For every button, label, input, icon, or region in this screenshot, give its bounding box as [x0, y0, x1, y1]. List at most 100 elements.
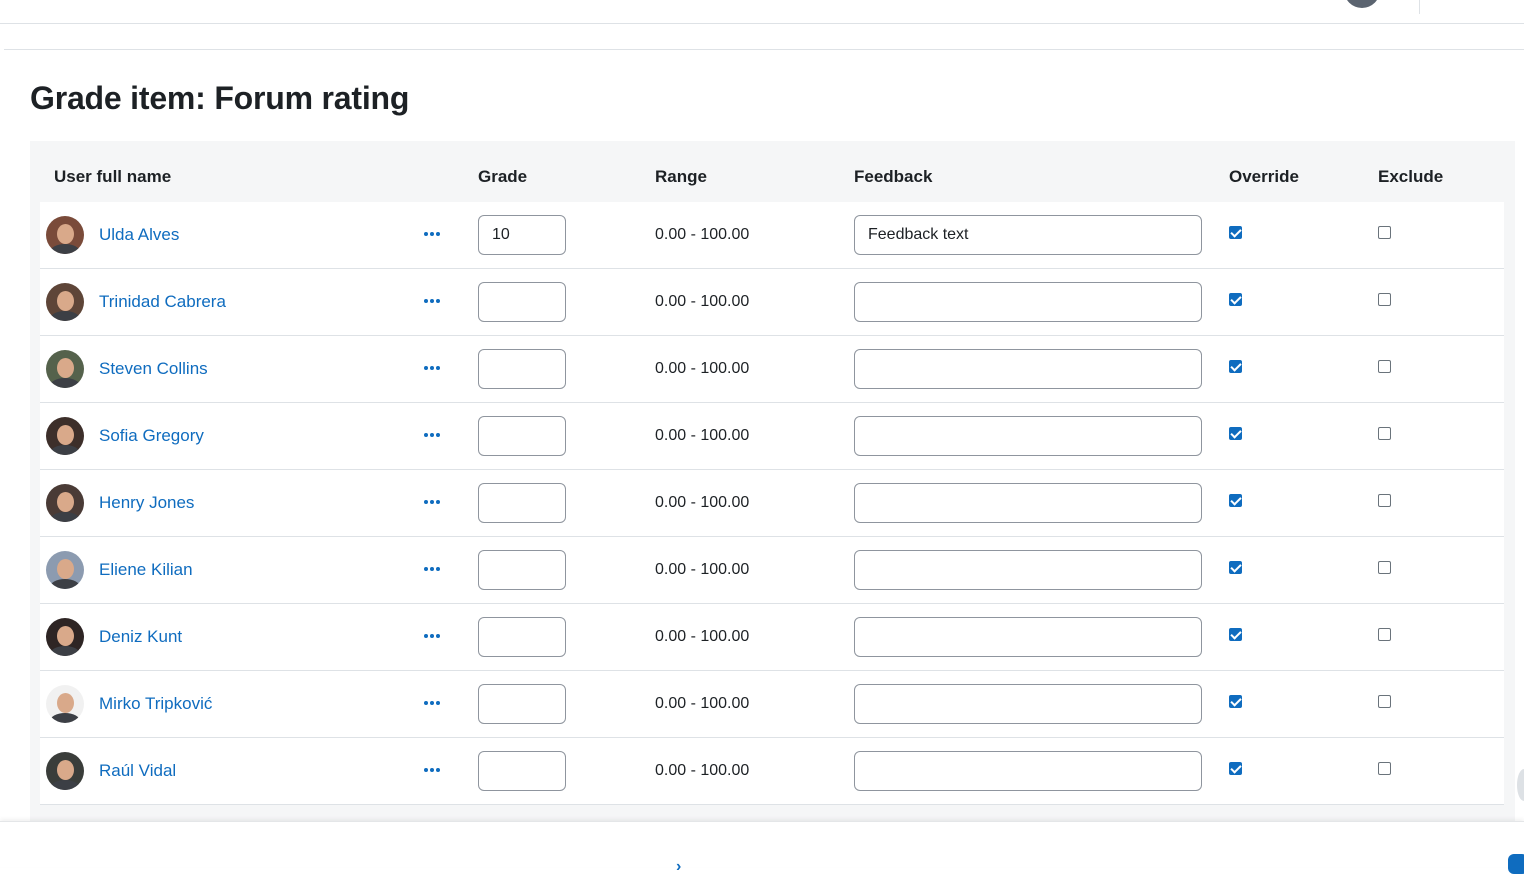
exclude-checkbox[interactable]: [1378, 226, 1391, 239]
exclude-checkbox[interactable]: [1378, 695, 1391, 708]
avatar-face: [57, 358, 74, 378]
table-row: Deniz Kunt 0.00 - 100.00: [40, 604, 1504, 671]
override-checkbox[interactable]: [1229, 762, 1242, 775]
user-avatar[interactable]: [46, 216, 84, 254]
user-avatar[interactable]: [46, 752, 84, 790]
ellipsis-horizontal-icon[interactable]: [420, 423, 444, 447]
user-avatar[interactable]: [46, 484, 84, 522]
user-avatar[interactable]: [46, 685, 84, 723]
ellipsis-horizontal-icon[interactable]: [420, 222, 444, 246]
feedback-input[interactable]: [854, 684, 1202, 724]
user-name-link[interactable]: Sofia Gregory: [99, 426, 204, 446]
avatar-face: [57, 693, 74, 713]
grade-input[interactable]: [478, 684, 566, 724]
feedback-input[interactable]: [854, 550, 1202, 590]
grade-range: 0.00 - 100.00: [655, 494, 750, 511]
table-row: Trinidad Cabrera 0.00 - 100.00: [40, 269, 1504, 336]
top-navbar: [0, 0, 1524, 24]
grade-input[interactable]: [478, 617, 566, 657]
user-name-link[interactable]: Henry Jones: [99, 493, 194, 513]
ellipsis-horizontal-icon[interactable]: [420, 289, 444, 313]
ellipsis-horizontal-icon[interactable]: [420, 356, 444, 380]
grade-range: 0.00 - 100.00: [655, 561, 750, 578]
footer-action-button[interactable]: [1508, 854, 1524, 874]
navbar-divider: [1419, 0, 1420, 14]
exclude-checkbox[interactable]: [1378, 360, 1391, 373]
user-name-link[interactable]: Trinidad Cabrera: [99, 292, 226, 312]
grade-input[interactable]: [478, 550, 566, 590]
user-name-link[interactable]: Eliene Kilian: [99, 560, 193, 580]
feedback-input[interactable]: [854, 617, 1202, 657]
grade-range: 0.00 - 100.00: [655, 427, 750, 444]
avatar-shoulders: [50, 512, 80, 522]
feedback-input[interactable]: [854, 215, 1202, 255]
grade-input[interactable]: [478, 483, 566, 523]
table-header: User full name Grade Range Feedback Over…: [30, 141, 1515, 202]
override-checkbox[interactable]: [1229, 494, 1242, 507]
table-row: Eliene Kilian 0.00 - 100.00: [40, 537, 1504, 604]
override-checkbox[interactable]: [1229, 561, 1242, 574]
avatar-shoulders: [50, 311, 80, 321]
secondary-nav-divider: [4, 49, 1524, 50]
user-avatar[interactable]: [46, 551, 84, 589]
avatar-shoulders: [50, 445, 80, 455]
grade-input[interactable]: [478, 751, 566, 791]
feedback-input[interactable]: [854, 349, 1202, 389]
grade-range: 0.00 - 100.00: [655, 628, 750, 645]
ellipsis-horizontal-icon[interactable]: [420, 490, 444, 514]
grade-range: 0.00 - 100.00: [655, 360, 750, 377]
ellipsis-horizontal-icon[interactable]: [420, 758, 444, 782]
header-grade: Grade: [478, 167, 528, 186]
ellipsis-horizontal-icon[interactable]: [420, 624, 444, 648]
ellipsis-horizontal-icon[interactable]: [420, 691, 444, 715]
header-user-full-name[interactable]: User full name: [54, 167, 171, 187]
override-checkbox[interactable]: [1229, 427, 1242, 440]
grade-input[interactable]: [478, 349, 566, 389]
user-avatar[interactable]: [46, 283, 84, 321]
table-row: Ulda Alves 0.00 - 100.00: [40, 202, 1504, 269]
avatar-face: [57, 492, 74, 512]
exclude-checkbox[interactable]: [1378, 628, 1391, 641]
grade-input[interactable]: [478, 416, 566, 456]
exclude-checkbox[interactable]: [1378, 561, 1391, 574]
grade-range: 0.00 - 100.00: [655, 293, 750, 310]
user-avatar[interactable]: [46, 350, 84, 388]
exclude-checkbox[interactable]: [1378, 293, 1391, 306]
override-checkbox[interactable]: [1229, 628, 1242, 641]
user-name-link[interactable]: Steven Collins: [99, 359, 208, 379]
override-checkbox[interactable]: [1229, 226, 1242, 239]
header-override: Override: [1229, 167, 1299, 186]
exclude-checkbox[interactable]: [1378, 427, 1391, 440]
chevron-right-icon: ›: [676, 858, 682, 875]
override-checkbox[interactable]: [1229, 695, 1242, 708]
page-title: Grade item: Forum rating: [30, 80, 410, 116]
avatar-face: [57, 626, 74, 646]
user-name-link[interactable]: Raúl Vidal: [99, 761, 176, 781]
header-range: Range: [655, 167, 707, 186]
user-name-link[interactable]: Deniz Kunt: [99, 627, 182, 647]
feedback-input[interactable]: [854, 483, 1202, 523]
ellipsis-horizontal-icon[interactable]: [420, 557, 444, 581]
more-grade-items-link[interactable]: ›: [668, 858, 681, 876]
user-avatar-menu[interactable]: [1344, 0, 1380, 8]
exclude-checkbox[interactable]: [1378, 494, 1391, 507]
user-avatar[interactable]: [46, 417, 84, 455]
grade-input[interactable]: [478, 282, 566, 322]
table-body: Ulda Alves 0.00 - 100.00 Trinidad Cabrer…: [40, 202, 1504, 805]
feedback-input[interactable]: [854, 416, 1202, 456]
feedback-input[interactable]: [854, 751, 1202, 791]
scroll-to-top-button[interactable]: [1517, 769, 1524, 801]
grades-table: User full name Grade Range Feedback Over…: [30, 141, 1515, 821]
table-row: Raúl Vidal 0.00 - 100.00: [40, 738, 1504, 805]
user-name-link[interactable]: Ulda Alves: [99, 225, 179, 245]
user-name-link[interactable]: Mirko Tripković: [99, 694, 212, 714]
grade-range: 0.00 - 100.00: [655, 762, 750, 779]
table-row: Mirko Tripković 0.00 - 100.00: [40, 671, 1504, 738]
feedback-input[interactable]: [854, 282, 1202, 322]
user-avatar[interactable]: [46, 618, 84, 656]
exclude-checkbox[interactable]: [1378, 762, 1391, 775]
grade-input[interactable]: [478, 215, 566, 255]
override-checkbox[interactable]: [1229, 360, 1242, 373]
override-checkbox[interactable]: [1229, 293, 1242, 306]
avatar-face: [57, 559, 74, 579]
